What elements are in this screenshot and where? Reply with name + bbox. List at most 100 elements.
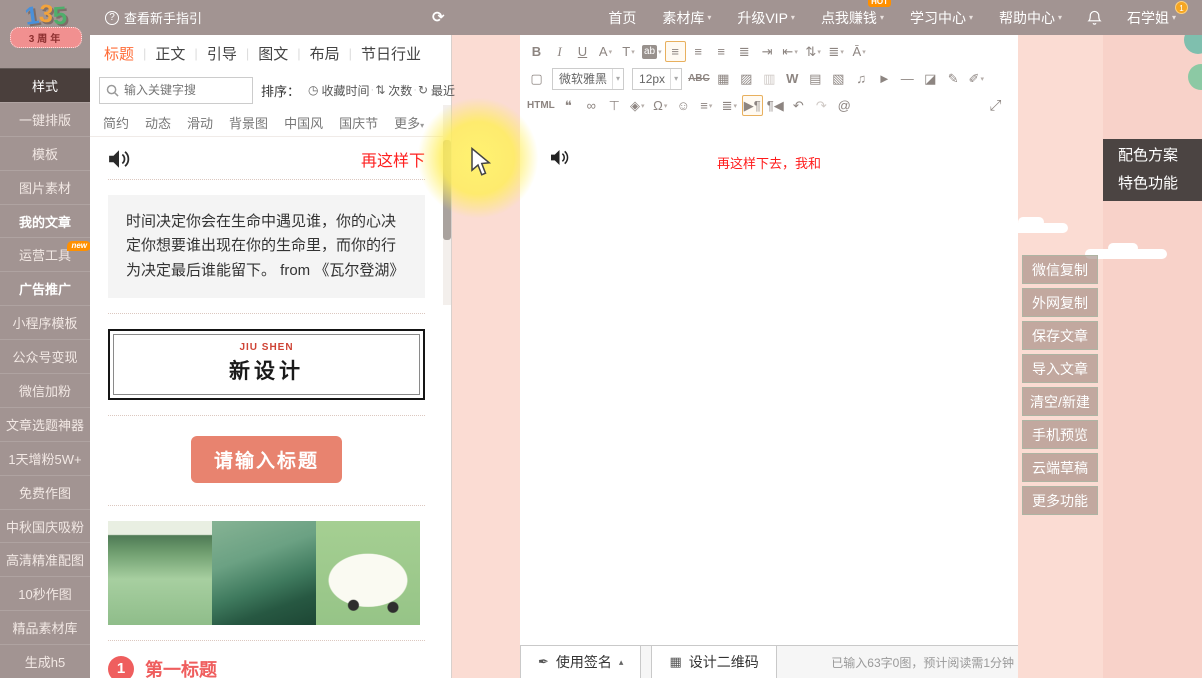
horizontal-line-button[interactable]: —	[897, 68, 918, 89]
format-brush-button[interactable]: ✎	[943, 68, 964, 89]
tab-image-text[interactable]: 图文	[258, 43, 288, 64]
font-family-select[interactable]: 微软雅黑▾	[552, 68, 624, 90]
sidebar-item-free-design[interactable]: 免费作图	[0, 475, 90, 509]
more-features-button[interactable]: 更多功能	[1022, 486, 1098, 515]
tab-guide[interactable]: 引导	[207, 43, 237, 64]
strikethrough-button[interactable]: ABC	[687, 68, 711, 89]
app-logo[interactable]: 135 3周年	[6, 2, 86, 68]
filter-sliding[interactable]: 滑动	[187, 113, 213, 132]
style-item-title-button[interactable]: 请输入标题	[108, 416, 425, 506]
insert-template-button[interactable]: ◈▾	[627, 95, 648, 116]
rtl-paragraph-button[interactable]: ¶◀	[765, 95, 786, 116]
ltr-paragraph-button[interactable]: ▶¶	[742, 95, 763, 116]
sidebar-item-festival-fans[interactable]: 中秋国庆吸粉	[0, 509, 90, 543]
fullscreen-button[interactable]: ⤢	[985, 95, 1006, 116]
menu-special-features[interactable]: 特色功能	[1103, 170, 1202, 198]
line-height-button[interactable]: ≣▾	[826, 41, 847, 62]
sidebar-item-operation-tools[interactable]: 运营工具new	[0, 237, 90, 271]
magic-pen-button[interactable]: ✐▾	[966, 68, 987, 89]
sidebar-item-my-articles[interactable]: 我的文章	[0, 204, 90, 238]
design-qrcode-button[interactable]: ▦ 设计二维码	[651, 646, 776, 678]
nav-learning-center[interactable]: 学习中心▾	[897, 0, 986, 35]
filter-more[interactable]: 更多▾	[394, 113, 424, 132]
sidebar-item-styles[interactable]: 样式	[0, 68, 90, 102]
nav-earn-money[interactable]: HOT点我赚钱▾	[808, 0, 897, 35]
newbie-guide-link[interactable]: ? 查看新手指引	[105, 8, 202, 27]
highlight-button[interactable]: ab▾	[641, 41, 663, 62]
menu-color-scheme[interactable]: 配色方案	[1103, 142, 1202, 170]
panel-scrollbar-thumb[interactable]	[443, 140, 451, 240]
tab-festival-industry[interactable]: 节日行业	[361, 43, 421, 64]
sort-usage-count[interactable]: ⇅次数	[375, 82, 412, 99]
paragraph-spacing-button[interactable]: ⇅▾	[803, 41, 824, 62]
sidebar-item-topic-selection-tool[interactable]: 文章选题神器	[0, 407, 90, 441]
sidebar-item-gain-fans[interactable]: 1天增粉5W+	[0, 441, 90, 475]
import-article-button[interactable]: 导入文章	[1022, 354, 1098, 383]
nav-home[interactable]: 首页	[595, 0, 649, 35]
cloud-draft-button[interactable]: 云端草稿	[1022, 453, 1098, 482]
insert-table-button[interactable]: ▦	[713, 68, 734, 89]
notifications-button[interactable]	[1075, 10, 1114, 26]
align-left-button[interactable]: ≡	[665, 41, 686, 62]
refresh-icon[interactable]: ⟳	[432, 8, 445, 26]
style-item-quote[interactable]: 时间决定你会在生命中遇见谁，你的心决定你想要谁出现在你的生命里，而你的行为决定最…	[108, 180, 425, 314]
align-center-button[interactable]: ≡	[688, 41, 709, 62]
use-signature-button[interactable]: ✒ 使用签名 ▴	[520, 646, 641, 678]
filter-national-day[interactable]: 国庆节	[339, 113, 378, 132]
sort-favorite-time[interactable]: ◷收藏时间	[308, 82, 370, 99]
editor-content[interactable]: 再这样下去，我和	[520, 121, 1018, 645]
tab-body[interactable]: 正文	[155, 43, 185, 64]
sidebar-item-image-materials[interactable]: 图片素材	[0, 170, 90, 204]
sidebar-item-hd-images[interactable]: 高清精准配图	[0, 542, 90, 576]
sidebar-item-premium-materials[interactable]: 精品素材库	[0, 610, 90, 644]
import-word-button[interactable]: W	[782, 68, 803, 89]
ordered-list-button[interactable]: ≡▾	[696, 95, 717, 116]
sidebar-item-official-account-monetize[interactable]: 公众号变现	[0, 339, 90, 373]
align-right-button[interactable]: ≡	[711, 41, 732, 62]
html-source-button[interactable]: HTML	[526, 95, 556, 116]
blockquote-button[interactable]: ❝	[558, 95, 579, 116]
sort-recent[interactable]: ↻最近	[418, 82, 455, 99]
title-card-button[interactable]: ⊤	[604, 95, 625, 116]
wechat-copy-button[interactable]: 微信复制	[1022, 255, 1098, 284]
align-justify-button[interactable]: ≣	[734, 41, 755, 62]
tab-layout[interactable]: 布局	[310, 43, 340, 64]
nav-help-center[interactable]: 帮助中心▾	[986, 0, 1075, 35]
insert-link-button[interactable]: ∞	[581, 95, 602, 116]
letter-spacing-button[interactable]: Ā▾	[849, 41, 870, 62]
nav-upgrade-vip[interactable]: 升级VIP▾	[724, 0, 808, 35]
sidebar-item-generate-h5[interactable]: 生成h5	[0, 644, 90, 678]
save-article-button[interactable]: 保存文章	[1022, 321, 1098, 350]
screenshot-button[interactable]: ▧	[828, 68, 849, 89]
external-copy-button[interactable]: 外网复制	[1022, 288, 1098, 317]
sidebar-item-quick-design[interactable]: 10秒作图	[0, 576, 90, 610]
emoji-button[interactable]: ☺	[673, 95, 694, 116]
user-menu[interactable]: 石学姐▾1	[1114, 0, 1196, 35]
insert-music-button[interactable]: ♫	[851, 68, 872, 89]
search-input[interactable]	[124, 83, 246, 97]
mention-button[interactable]: @	[834, 95, 855, 116]
clear-new-button[interactable]: 清空/新建	[1022, 387, 1098, 416]
mobile-preview-button[interactable]: 手机预览	[1022, 420, 1098, 449]
text-background-button[interactable]: T▾	[618, 41, 639, 62]
insert-image-button[interactable]: ▨	[736, 68, 757, 89]
indent-button[interactable]: ⇥	[757, 41, 778, 62]
style-item-voice-marquee[interactable]: 再这样下	[108, 138, 425, 180]
font-size-select[interactable]: 12px▾	[632, 68, 682, 90]
sidebar-item-ad-promotion[interactable]: 广告推广	[0, 271, 90, 305]
sidebar-item-miniprogram-templates[interactable]: 小程序模板	[0, 305, 90, 339]
new-document-button[interactable]: ▢	[526, 68, 547, 89]
undo-button[interactable]: ↶	[788, 95, 809, 116]
style-item-design-box[interactable]: JIU SHEN 新设计	[108, 314, 425, 416]
bold-button[interactable]: B	[526, 41, 547, 62]
style-item-image-strip[interactable]	[108, 506, 425, 641]
eraser-button[interactable]: ◪	[920, 68, 941, 89]
search-box[interactable]	[99, 77, 253, 104]
sidebar-item-templates[interactable]: 模板	[0, 136, 90, 170]
outdent-button[interactable]: ⇤▾	[780, 41, 801, 62]
tab-title[interactable]: 标题	[104, 43, 134, 64]
italic-button[interactable]: I	[549, 41, 570, 62]
filter-background-image[interactable]: 背景图	[229, 113, 268, 132]
style-item-numbered-heading[interactable]: 1 第一标题	[108, 641, 425, 678]
underline-button[interactable]: U	[572, 41, 593, 62]
